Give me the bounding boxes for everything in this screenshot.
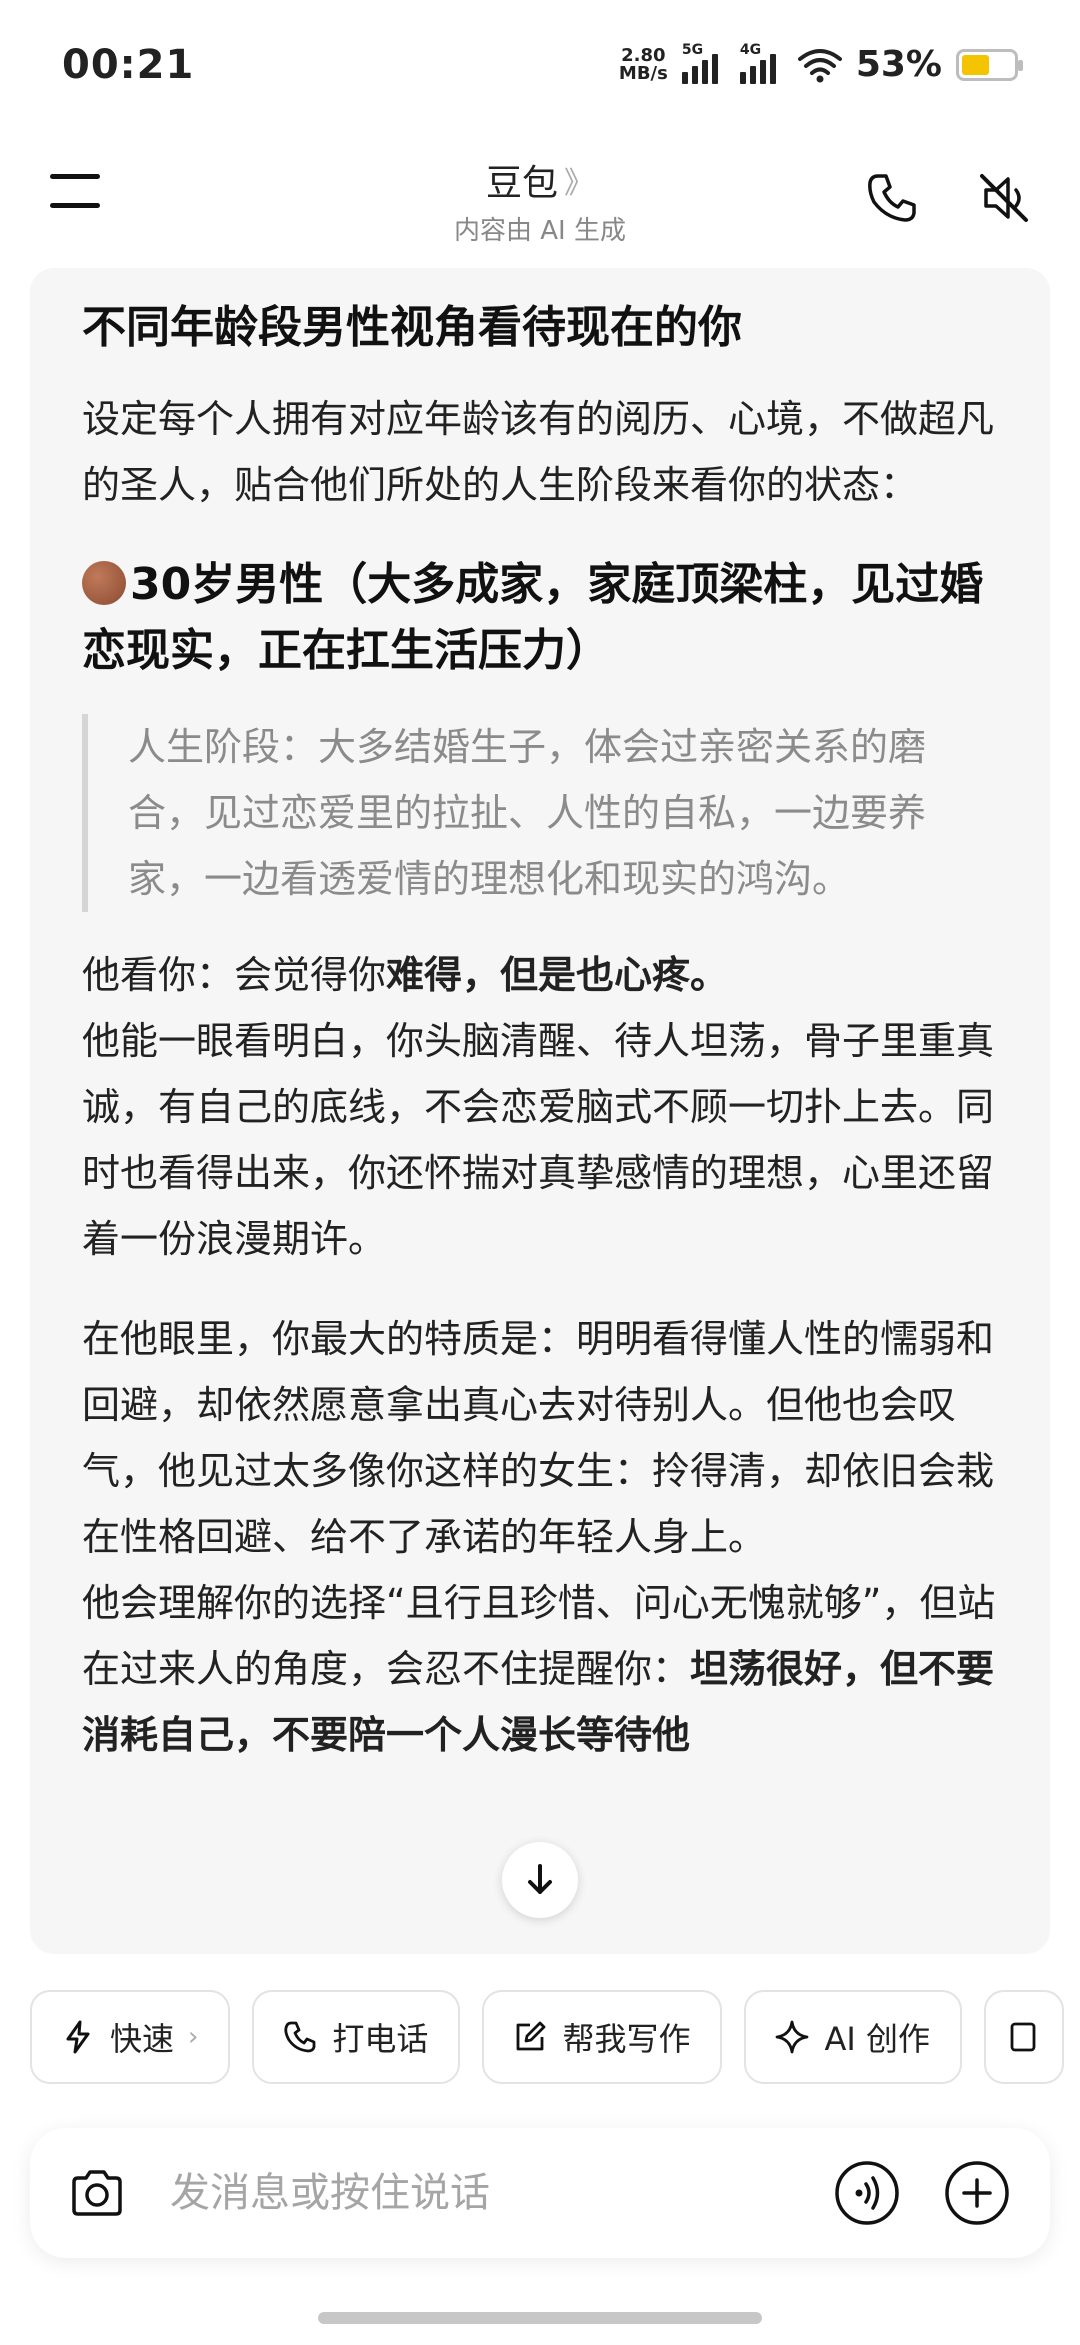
chat-title[interactable]: 豆包 》 (486, 154, 594, 206)
paragraph-1-body: 他能一眼看明白，你头脑清醒、待人坦荡，骨子里重真诚，有自己的底线，不会恋爱脑式不… (82, 1019, 995, 1261)
camera-icon[interactable] (66, 2162, 128, 2224)
section-title: 30岁男性（大多成家，家庭顶梁柱，见过婚恋现实，正在扛生活压力） (82, 552, 998, 684)
quick-action-chips: 快速 › 打电话 帮我写作 AI 创作 (30, 1990, 1080, 2086)
chip-more[interactable] (983, 1990, 1064, 2084)
paragraph-1: 他看你：会觉得你难得，但是也心疼。他能一眼看明白，你头脑清醒、待人坦荡，骨子里重… (82, 942, 998, 1272)
message-heading: 不同年龄段男性视角看待现在的你 (82, 302, 742, 353)
signal-4g-icon: 4G (739, 42, 784, 84)
chip-write-label: 帮我写作 (562, 2020, 691, 2058)
phone-icon (284, 2021, 316, 2053)
message-input[interactable] (170, 2162, 770, 2224)
edit-icon (517, 2021, 546, 2051)
network-speed-unit: MB/s (618, 62, 668, 84)
document-icon (1010, 2022, 1036, 2052)
plus-icon[interactable] (944, 2160, 1010, 2226)
chip-write[interactable]: 帮我写作 (482, 1990, 723, 2084)
status-time: 00:21 (62, 42, 195, 88)
battery-icon (956, 48, 1023, 81)
chip-ai-create[interactable]: AI 创作 (744, 1990, 962, 2084)
blockquote-text: 人生阶段：大多结婚生子，体会过亲密关系的磨合，见过恋爱里的拉扯、人性的自私，一边… (128, 725, 927, 901)
chip-call[interactable]: 打电话 (252, 1990, 461, 2084)
section-title-text: 30岁男性（大多成家，家庭顶梁柱，见过婚恋现实，正在扛生活压力） (82, 559, 984, 676)
status-bar: 00:21 2.80 MB/s 5G 4G 53% (0, 0, 1080, 130)
home-indicator[interactable] (318, 2312, 762, 2324)
network-speed: 2.80 MB/s (618, 44, 668, 84)
blockquote: 人生阶段：大多结婚生子，体会过亲密关系的磨合，见过恋爱里的拉扯、人性的自私，一边… (82, 714, 998, 912)
chip-ai-create-label: AI 创作 (824, 2020, 930, 2058)
chevron-right-icon: 》 (564, 166, 594, 201)
signal-4g-label: 4G (739, 41, 762, 58)
chip-fast[interactable]: 快速 › (30, 1990, 231, 2084)
paragraph-1-lead: 他看你：会觉得你 (82, 953, 387, 997)
chip-call-label: 打电话 (332, 2020, 429, 2058)
brown-circle-emoji-icon (82, 561, 126, 605)
wifi-icon (797, 48, 842, 82)
chevron-right-icon: › (188, 2022, 199, 2052)
signal-5g-label: 5G (681, 41, 704, 58)
scroll-to-bottom-button[interactable] (502, 1842, 578, 1918)
battery-percent: 53% (855, 44, 942, 85)
chip-fast-label: 快速 (110, 2020, 175, 2058)
chat-header: 豆包 》 内容由 AI 生成 (0, 140, 1080, 260)
lightning-icon (66, 2020, 90, 2054)
message-intro: 设定每个人拥有对应年龄该有的阅历、心境，不做超凡的圣人，贴合他们所处的人生阶段来… (82, 397, 995, 507)
chat-title-text: 豆包 (485, 163, 558, 204)
paragraph-1-bold: 难得，但是也心疼。 (386, 953, 729, 997)
network-speed-value: 2.80 (621, 44, 666, 66)
ai-message-card: 不同年龄段男性视角看待现在的你 设定每个人拥有对应年龄该有的阅历、心境，不做超凡… (30, 268, 1050, 1954)
sparkle-icon (776, 2020, 809, 2054)
voice-call-icon[interactable] (834, 2160, 900, 2226)
phone-icon[interactable] (864, 170, 920, 226)
speaker-mute-icon[interactable] (976, 170, 1032, 226)
arrow-down-icon (528, 1864, 552, 1894)
paragraph-2: 在他眼里，你最大的特质是：明明看得懂人性的懦弱和回避，却依然愿意拿出真心去对待别… (82, 1317, 995, 1559)
status-icons: 2.80 MB/s 5G 4G 53% (618, 42, 1023, 85)
signal-5g-icon: 5G (681, 42, 726, 84)
paragraph-3: 他会理解你的选择“且行且珍惜、问心无愧就够”，但站在过来人的角度，会忍不住提醒你… (82, 1570, 998, 1768)
message-input-bar (30, 2128, 1050, 2258)
